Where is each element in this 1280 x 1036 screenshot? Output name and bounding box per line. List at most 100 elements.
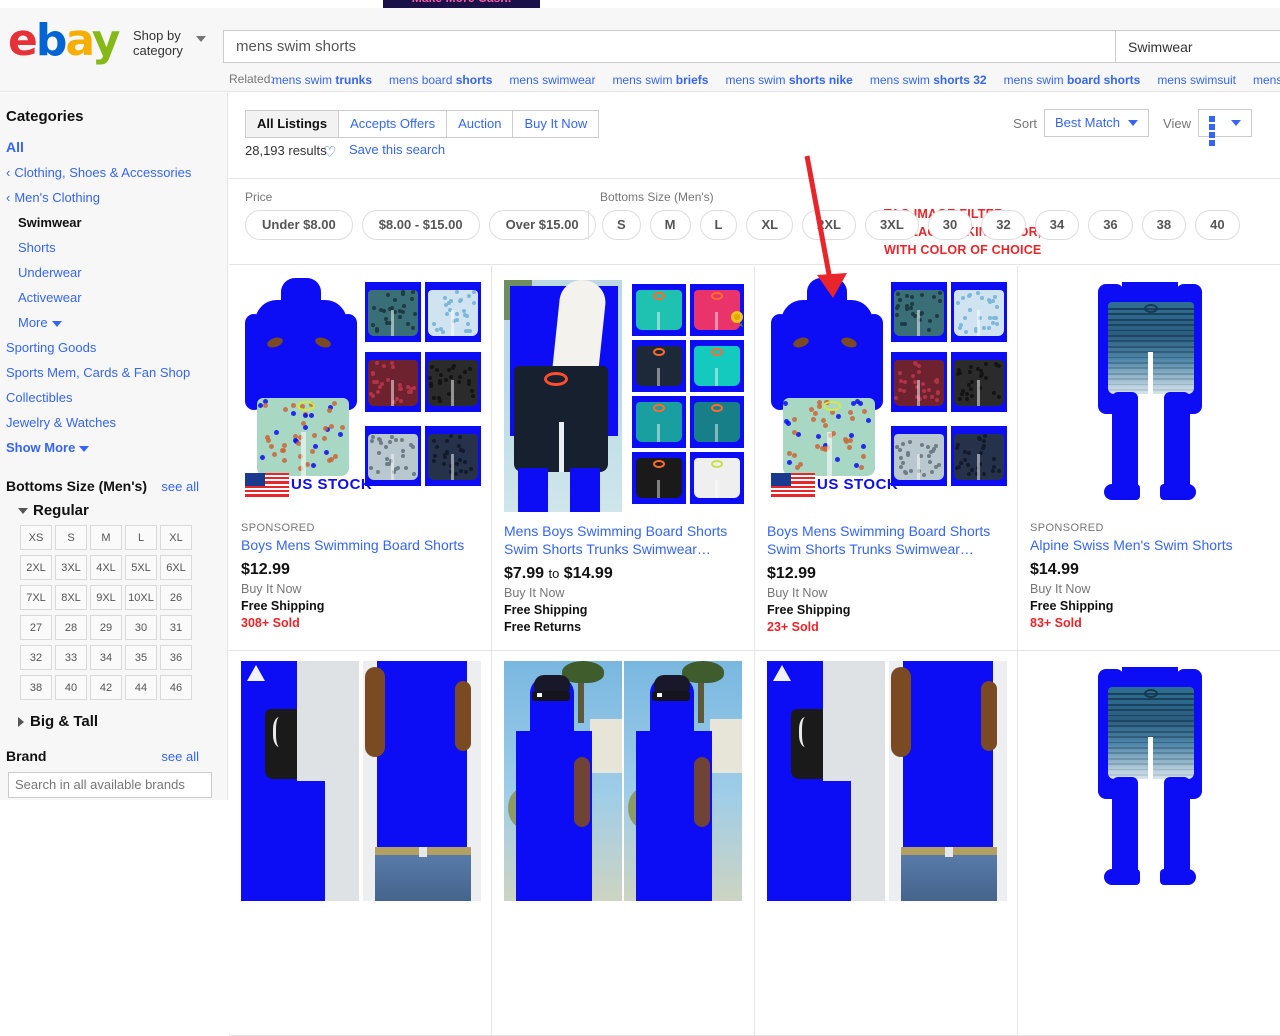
size-option-44[interactable]: 44 bbox=[125, 675, 157, 700]
size-option-9xl[interactable]: 9XL bbox=[90, 585, 122, 610]
listing-thumbnail[interactable] bbox=[241, 661, 481, 901]
price-chip[interactable]: Over $15.00 bbox=[489, 210, 596, 240]
listing-title[interactable]: Boys Mens Swimming Board Shorts bbox=[241, 536, 486, 554]
sidebar-category-shorts[interactable]: Shorts bbox=[6, 235, 227, 260]
listing-card[interactable]: Mens Boys Swimming Board Shorts Swim Sho… bbox=[492, 266, 755, 651]
tab-accepts-offers[interactable]: Accepts Offers bbox=[339, 110, 447, 138]
ebay-logo[interactable]: ebay bbox=[8, 18, 118, 63]
size-option-32[interactable]: 32 bbox=[20, 645, 52, 670]
size-option-m[interactable]: M bbox=[90, 525, 122, 550]
size-option-4xl[interactable]: 4XL bbox=[90, 555, 122, 580]
listing-thumbnail[interactable] bbox=[1030, 661, 1270, 901]
listing-thumbnail[interactable] bbox=[504, 276, 744, 516]
sidebar-category-activewear[interactable]: Activewear bbox=[6, 285, 227, 310]
size-chip-34[interactable]: 34 bbox=[1035, 210, 1079, 240]
size-option-42[interactable]: 42 bbox=[90, 675, 122, 700]
sort-dropdown[interactable]: Best Match bbox=[1044, 109, 1149, 137]
sidebar-category-all[interactable]: All bbox=[6, 135, 227, 160]
sidebar-category-men-s-clothing[interactable]: ‹ Men's Clothing bbox=[6, 185, 227, 210]
brand-search-input[interactable]: Search in all available brands bbox=[8, 772, 212, 798]
related-search-link[interactable]: mens swim shorts 32 bbox=[870, 73, 987, 87]
size-option-s[interactable]: S bbox=[55, 525, 87, 550]
listing-card[interactable] bbox=[755, 651, 1018, 1036]
listing-title[interactable]: Boys Mens Swimming Board Shorts Swim Sho… bbox=[767, 522, 1012, 558]
size-option-10xl[interactable]: 10XL bbox=[125, 585, 157, 610]
search-input[interactable]: mens swim shorts bbox=[223, 30, 1116, 63]
big-and-tall-group[interactable]: Big & Tall bbox=[18, 713, 227, 730]
listing-card[interactable]: US STOCK SPONSORED Boys Mens Swimming Boar… bbox=[229, 266, 492, 651]
size-chip-2xl[interactable]: 2XL bbox=[802, 210, 856, 240]
listing-thumbnail[interactable] bbox=[1030, 276, 1270, 516]
size-option-8xl[interactable]: 8XL bbox=[55, 585, 87, 610]
size-chip-l[interactable]: L bbox=[700, 210, 738, 240]
size-option-33[interactable]: 33 bbox=[55, 645, 87, 670]
sidebar-category-sports-mem-cards-fan-shop[interactable]: Sports Mem, Cards & Fan Shop bbox=[6, 360, 227, 385]
size-option-l[interactable]: L bbox=[125, 525, 157, 550]
size-chip-38[interactable]: 38 bbox=[1142, 210, 1186, 240]
view-dropdown[interactable] bbox=[1198, 109, 1252, 137]
size-option-38[interactable]: 38 bbox=[20, 675, 52, 700]
listing-image[interactable] bbox=[1030, 276, 1270, 516]
listing-card[interactable]: SPONSORED Alpine Swiss Men's Swim Shorts $… bbox=[1018, 266, 1280, 651]
size-option-35[interactable]: 35 bbox=[125, 645, 157, 670]
tab-buy-it-now[interactable]: Buy It Now bbox=[513, 110, 599, 138]
size-chip-30[interactable]: 30 bbox=[928, 210, 972, 240]
size-option-27[interactable]: 27 bbox=[20, 615, 52, 640]
related-search-link[interactable]: mens swim briefs bbox=[612, 73, 708, 87]
size-option-5xl[interactable]: 5XL bbox=[125, 555, 157, 580]
size-chip-32[interactable]: 32 bbox=[981, 210, 1025, 240]
bottoms-size-see-all[interactable]: see all bbox=[161, 479, 199, 494]
size-option-2xl[interactable]: 2XL bbox=[20, 555, 52, 580]
listing-thumbnail[interactable] bbox=[504, 661, 744, 901]
listing-image[interactable]: US STOCK bbox=[241, 276, 481, 516]
size-option-34[interactable]: 34 bbox=[90, 645, 122, 670]
size-option-6xl[interactable]: 6XL bbox=[160, 555, 192, 580]
size-option-29[interactable]: 29 bbox=[90, 615, 122, 640]
size-chip-s[interactable]: S bbox=[602, 210, 641, 240]
size-option-26[interactable]: 26 bbox=[160, 585, 192, 610]
size-option-7xl[interactable]: 7XL bbox=[20, 585, 52, 610]
listing-image[interactable] bbox=[504, 276, 744, 516]
size-chip-36[interactable]: 36 bbox=[1088, 210, 1132, 240]
listing-image[interactable]: US STOCK bbox=[767, 276, 1007, 516]
related-search-link[interactable]: mens swim board shorts bbox=[1004, 73, 1141, 87]
related-search-link[interactable]: mens workout short… bbox=[1253, 73, 1280, 87]
listing-card[interactable] bbox=[229, 651, 492, 1036]
listing-image[interactable] bbox=[1030, 661, 1270, 901]
sidebar-category-swimwear[interactable]: Swimwear bbox=[6, 210, 227, 235]
size-option-36[interactable]: 36 bbox=[160, 645, 192, 670]
related-search-link[interactable]: mens swim shorts nike bbox=[725, 73, 852, 87]
regular-sizes-group[interactable]: Regular bbox=[18, 502, 227, 519]
price-chip[interactable]: $8.00 - $15.00 bbox=[362, 210, 480, 240]
size-chip-40[interactable]: 40 bbox=[1195, 210, 1239, 240]
size-option-xs[interactable]: XS bbox=[20, 525, 52, 550]
tab-all-listings[interactable]: All Listings bbox=[245, 110, 339, 138]
listing-card[interactable] bbox=[492, 651, 755, 1036]
sidebar-category-show-more[interactable]: Show More bbox=[6, 435, 227, 460]
related-search-link[interactable]: mens swimsuit bbox=[1157, 73, 1236, 87]
listing-title[interactable]: Mens Boys Swimming Board Shorts Swim Sho… bbox=[504, 522, 749, 558]
category-select[interactable]: Swimwear bbox=[1116, 30, 1280, 63]
listing-title[interactable]: Alpine Swiss Men's Swim Shorts bbox=[1030, 536, 1275, 554]
size-option-46[interactable]: 46 bbox=[160, 675, 192, 700]
size-chip-3xl[interactable]: 3XL bbox=[865, 210, 919, 240]
tab-auction[interactable]: Auction bbox=[447, 110, 513, 138]
related-search-link[interactable]: mens swimwear bbox=[509, 73, 595, 87]
size-option-31[interactable]: 31 bbox=[160, 615, 192, 640]
shop-by-category-button[interactable]: Shop by category bbox=[133, 28, 211, 58]
listing-thumbnail[interactable]: US STOCK bbox=[767, 276, 1007, 516]
promo-banner-text[interactable]: Make More Cash. bbox=[383, 0, 540, 8]
related-search-link[interactable]: mens swim trunks bbox=[272, 73, 372, 87]
size-option-xl[interactable]: XL bbox=[160, 525, 192, 550]
listing-card[interactable]: US STOCK Boys Mens Swimming Board Shorts … bbox=[755, 266, 1018, 651]
size-chip-xl[interactable]: XL bbox=[746, 210, 793, 240]
listing-image[interactable] bbox=[241, 661, 481, 901]
size-option-30[interactable]: 30 bbox=[125, 615, 157, 640]
sidebar-category-underwear[interactable]: Underwear bbox=[6, 260, 227, 285]
listing-thumbnail[interactable]: US STOCK bbox=[241, 276, 481, 516]
sidebar-category-jewelry-watches[interactable]: Jewelry & Watches bbox=[6, 410, 227, 435]
size-option-3xl[interactable]: 3XL bbox=[55, 555, 87, 580]
listing-image[interactable] bbox=[767, 661, 1007, 901]
size-option-40[interactable]: 40 bbox=[55, 675, 87, 700]
size-chip-m[interactable]: M bbox=[650, 210, 691, 240]
